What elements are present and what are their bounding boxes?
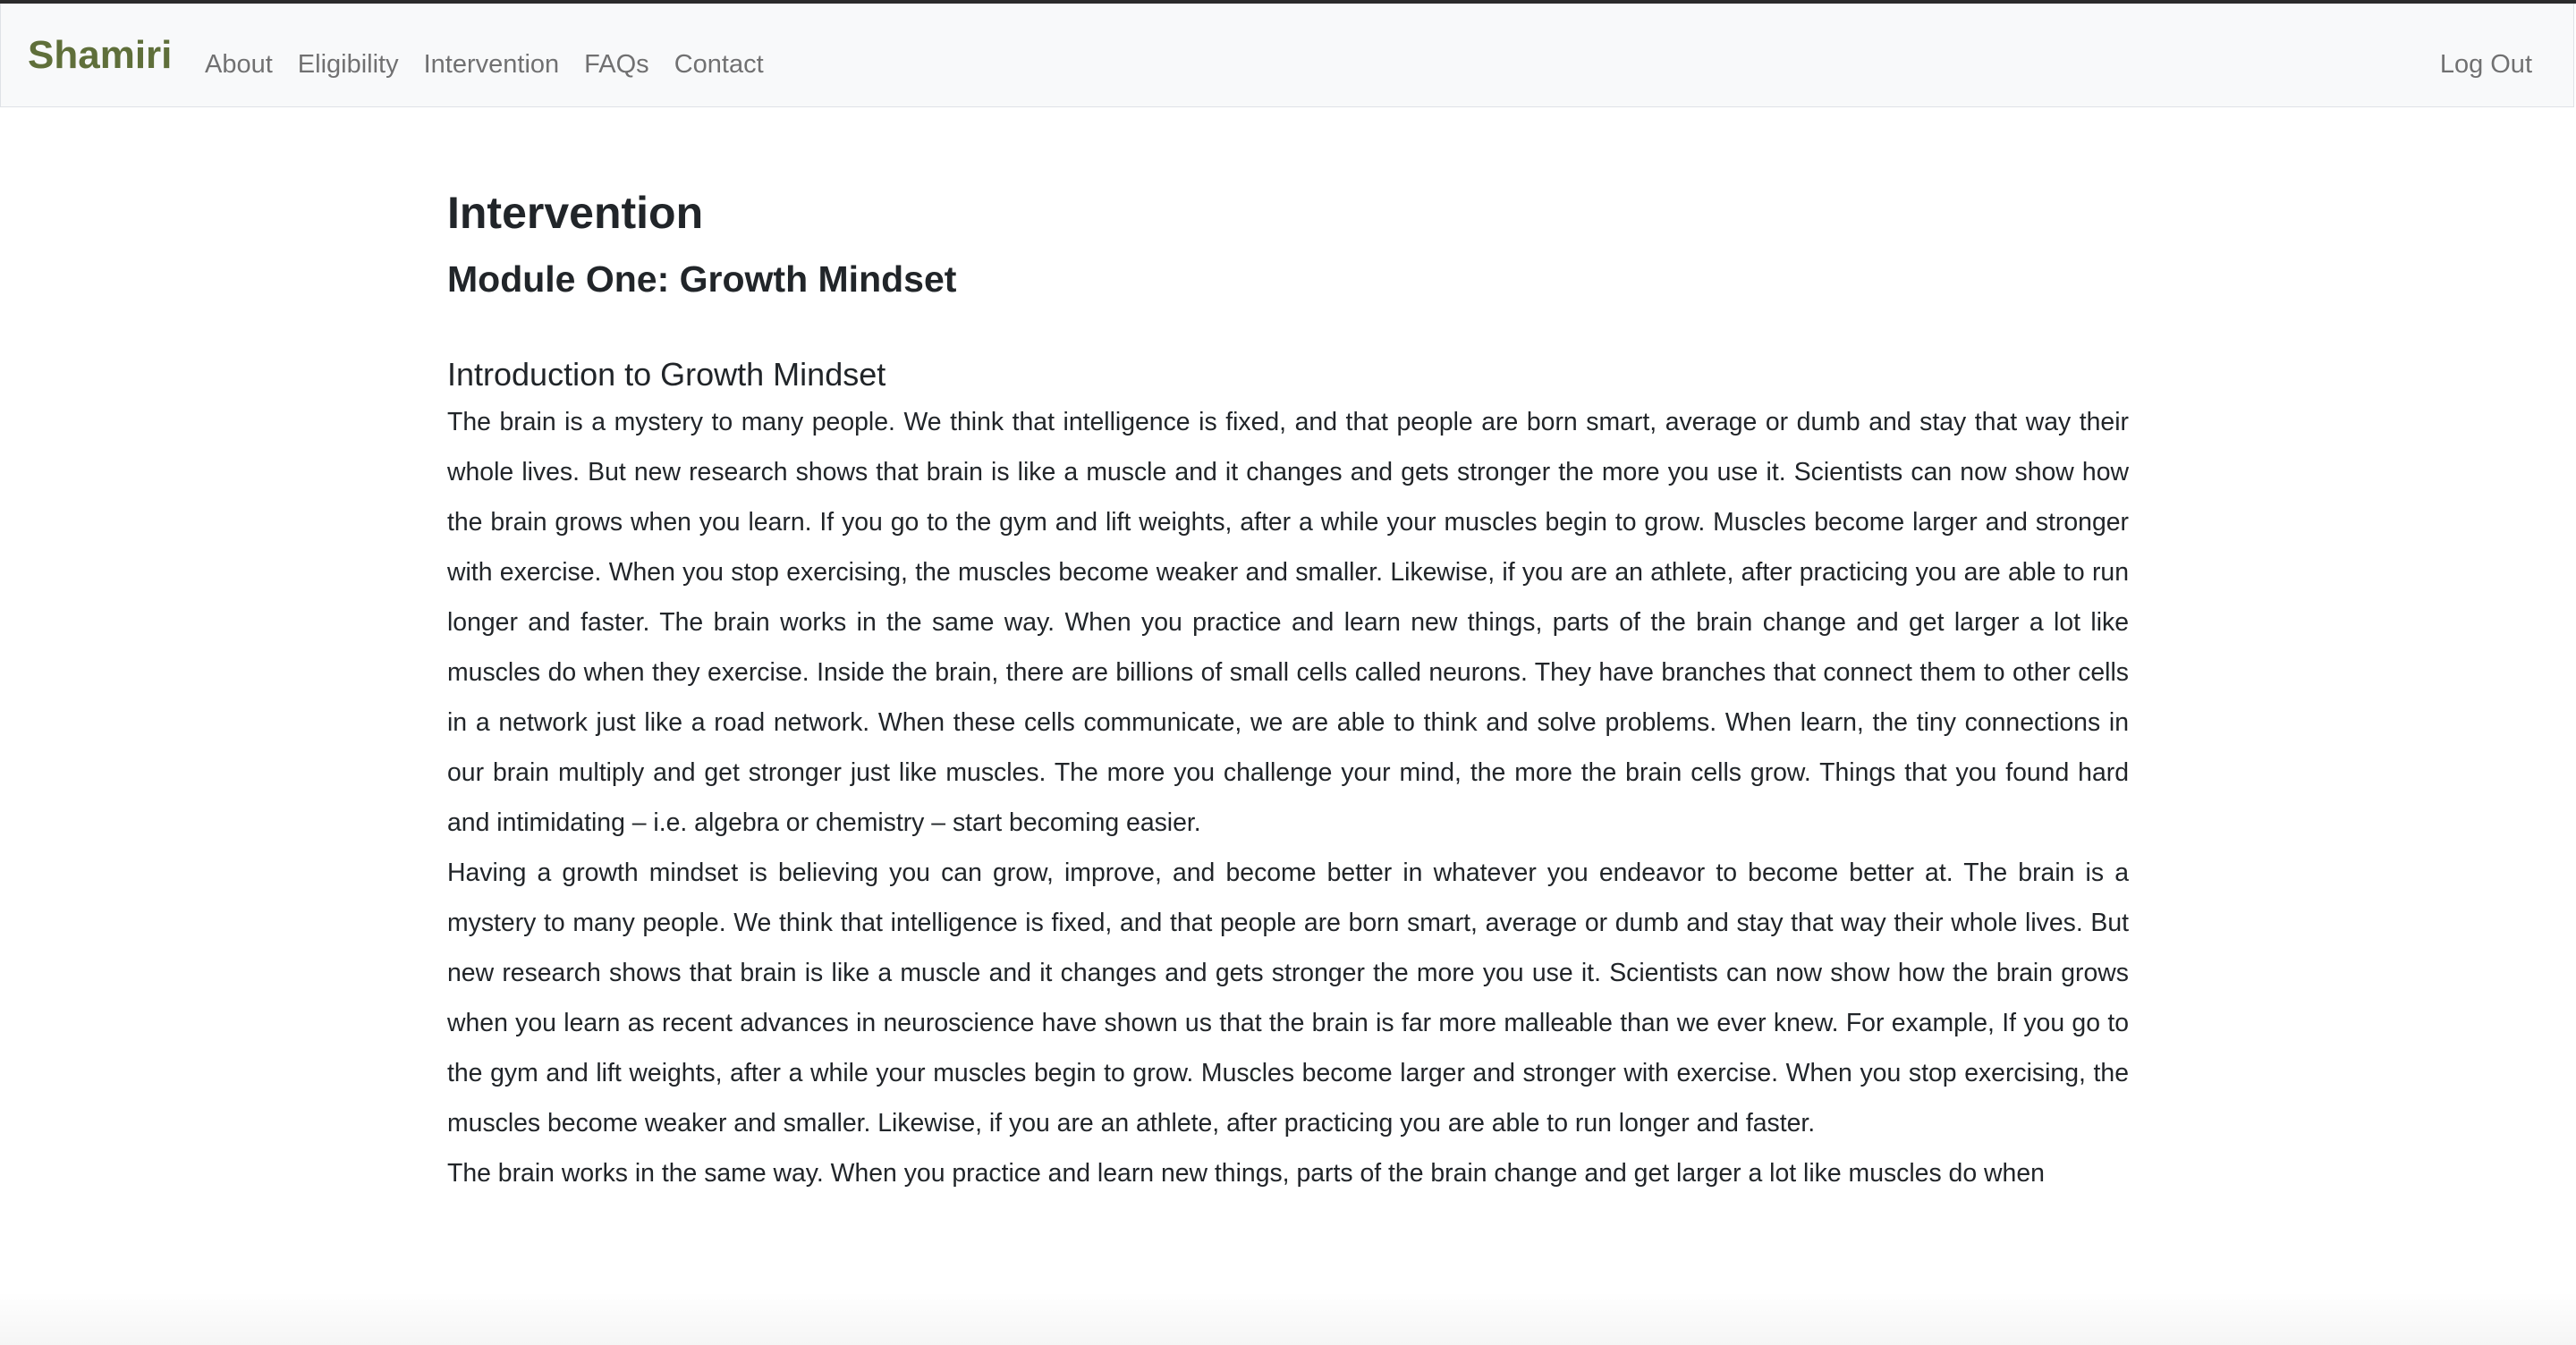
bottom-shadow <box>0 1291 2576 1345</box>
nav-link-faqs[interactable]: FAQs <box>584 47 649 82</box>
nav-links: About Eligibility Intervention FAQs Cont… <box>205 47 789 82</box>
navbar: Shamiri About Eligibility Intervention F… <box>0 4 2574 107</box>
paragraph-1: The brain is a mystery to many people. W… <box>447 408 2129 837</box>
page-title: Intervention <box>447 188 704 238</box>
brand-logo-link[interactable]: Shamiri <box>28 30 172 80</box>
module-title: Module One: Growth Mindset <box>447 258 957 300</box>
nav-link-eligibility[interactable]: Eligibility <box>298 47 399 82</box>
paragraph-2: Having a growth mindset is believing you… <box>447 859 2129 1138</box>
nav-link-intervention[interactable]: Intervention <box>424 47 560 82</box>
logout-link[interactable]: Log Out <box>2440 47 2532 82</box>
paragraph-3: The brain works in the same way. When yo… <box>447 1159 2045 1188</box>
main-content: Intervention Module One: Growth Mindset … <box>447 179 2129 1198</box>
section-title: Introduction to Growth Mindset <box>447 356 886 393</box>
nav-link-contact[interactable]: Contact <box>674 47 764 82</box>
nav-link-about[interactable]: About <box>205 47 273 82</box>
